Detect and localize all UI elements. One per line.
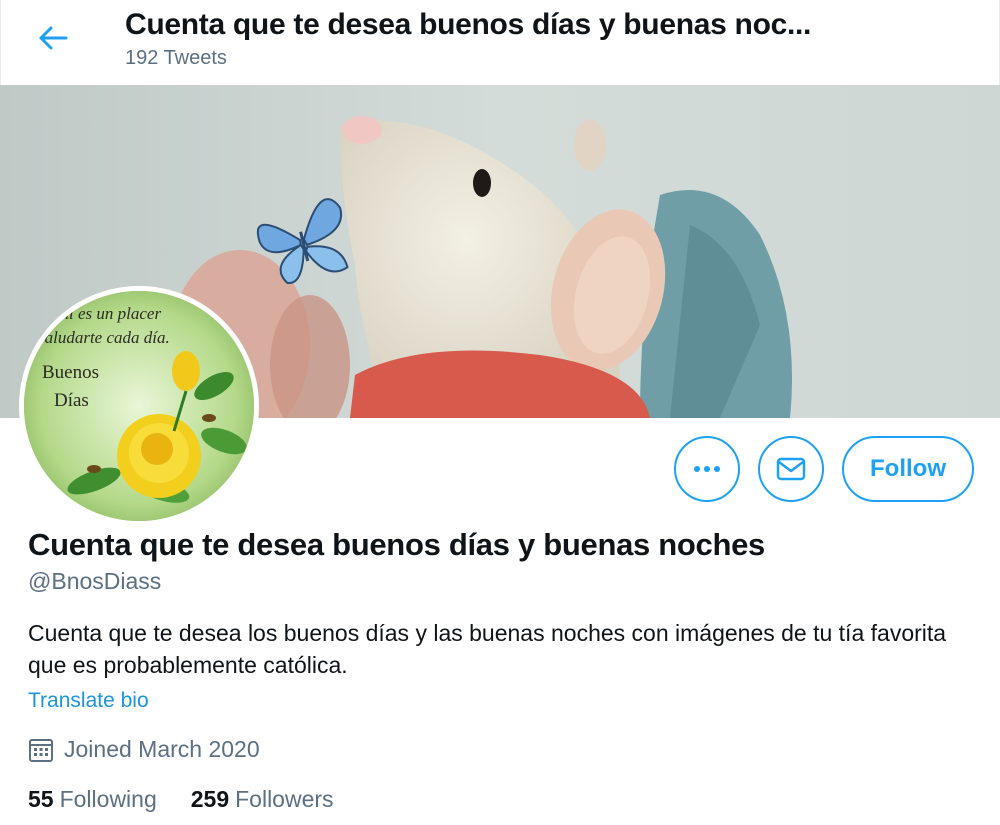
followers-link[interactable]: 259 Followers [191, 786, 334, 813]
profile-handle: @BnosDiass [28, 568, 162, 594]
followers-label: Followers [235, 786, 334, 812]
follow-stats: 55 Following 259 Followers [28, 786, 334, 813]
back-button[interactable] [29, 18, 77, 58]
following-label: Following [59, 786, 157, 812]
translate-bio-link[interactable]: Translate bio [28, 689, 149, 713]
follow-button[interactable]: Follow [842, 436, 974, 502]
avatar-text-line3: Buenos [42, 362, 99, 383]
avatar-text-line4: Días [54, 390, 89, 411]
joined-text: Joined March 2020 [64, 736, 260, 762]
joined-date: Joined March 2020 [28, 736, 260, 763]
header-title: Cuenta que te desea buenos días y buenas… [125, 8, 812, 41]
following-count: 55 [28, 786, 54, 812]
profile-actions: Follow [674, 436, 974, 502]
message-button[interactable] [758, 436, 824, 502]
profile-bio: Cuenta que te desea los buenos días y la… [28, 620, 947, 678]
tweet-count: 192 Tweets [125, 47, 227, 69]
following-link[interactable]: 55 Following [28, 786, 157, 813]
more-button[interactable] [674, 436, 740, 502]
envelope-icon [776, 457, 806, 481]
avatar-text-line2: saludarte cada día. [38, 328, 170, 347]
followers-count: 259 [190, 786, 230, 812]
profile-name: Cuenta que te desea buenos días y buenas… [28, 527, 765, 562]
more-icon [694, 466, 720, 472]
calendar-icon [29, 738, 53, 762]
profile-avatar[interactable]: a mí es un placer saludarte cada día. Bu… [19, 286, 259, 526]
profile-header-bar: Cuenta que te desea buenos días y buenas… [0, 0, 1000, 85]
arrow-left-icon [39, 26, 68, 50]
